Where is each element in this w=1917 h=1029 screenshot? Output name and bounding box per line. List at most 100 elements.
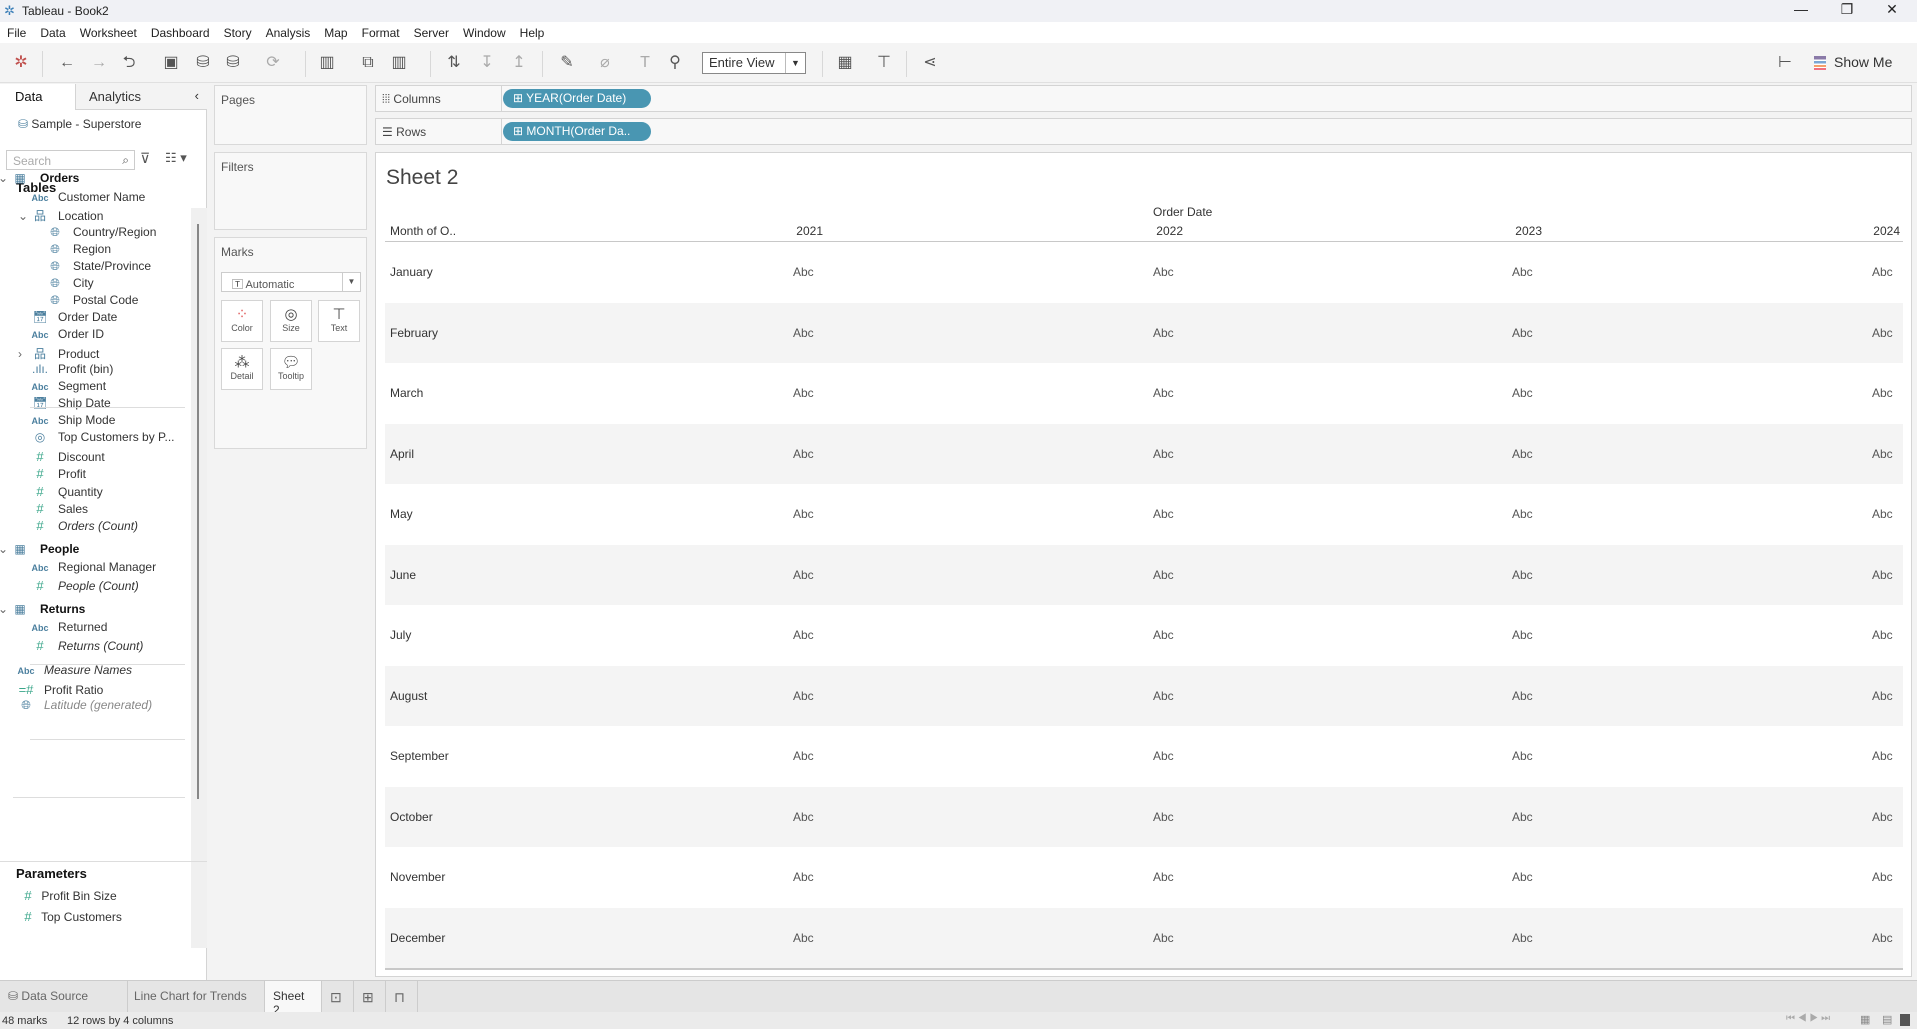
new-datasource-icon[interactable]: ⛁ [192,53,214,73]
table-cell[interactable]: Abc [1872,870,1893,884]
show-cards-icon[interactable]: ▦ [834,53,856,73]
field-item[interactable]: Abc Regional Manager [30,560,156,580]
replay-icon[interactable]: ⮌ [118,53,140,73]
new-worksheet-icon[interactable]: ⊡ [322,981,354,1012]
datasource-item[interactable]: ⛁ Sample - Superstore [18,117,141,131]
parameter-item[interactable]: # Top Customers [18,909,121,929]
share-icon[interactable]: ⋖ [919,53,941,73]
table-cell[interactable]: Abc [1512,931,1533,945]
tab-data[interactable]: Data [0,84,75,110]
year-header[interactable]: 2022 [1153,224,1183,238]
table-cell[interactable]: Abc [793,326,814,340]
presentation-icon[interactable]: ⊤ [873,53,895,73]
menu-analysis[interactable]: Analysis [259,22,318,40]
swap-icon[interactable]: ⇅ [443,53,465,73]
sheet-sorter-icon[interactable]: ▦ [1860,1013,1870,1026]
menu-dashboard[interactable]: Dashboard [144,22,217,40]
group-icon[interactable]: ⌀ [594,53,616,73]
table-cell[interactable]: Abc [1153,326,1174,340]
table-cell[interactable]: Abc [793,810,814,824]
month-label[interactable]: October [390,810,433,824]
collapse-icon[interactable]: ⌄ [0,171,10,185]
field-item[interactable]: # Orders (Count) [30,518,138,538]
text-button[interactable]: ⊤ Text [318,300,360,342]
month-label[interactable]: July [390,628,411,642]
worksheet-view[interactable]: Sheet 2 Order Date Month of O.. 2021 202… [375,152,1912,977]
sheet-title[interactable]: Sheet 2 [386,166,458,190]
table-cell[interactable]: Abc [1872,568,1893,582]
filter-icon[interactable]: ⊽ [140,150,150,167]
menu-server[interactable]: Server [407,22,456,40]
sheet-tab-sheet-2[interactable]: Sheet 2 [265,981,322,1017]
month-label[interactable]: August [390,689,427,703]
menu-data[interactable]: Data [33,22,72,40]
menu-file[interactable]: File [0,22,33,40]
show-me-button[interactable]: Show Me [1834,54,1892,70]
month-label[interactable]: February [390,326,438,340]
pin-icon[interactable]: ⚲ [664,53,686,73]
collapse-icon[interactable]: ⌄ [0,542,10,556]
save-icon[interactable]: ▣ [160,53,182,73]
month-label[interactable]: May [390,507,413,521]
table-cell[interactable]: Abc [1512,568,1533,582]
field-item[interactable]: ◎ Top Customers by P... [30,430,175,450]
year-order-date-pill[interactable]: ⊞ YEAR(Order Date) [503,89,651,108]
month-label[interactable]: June [390,568,416,582]
menu-worksheet[interactable]: Worksheet [73,22,144,40]
tooltip-button[interactable]: 💬︎ Tooltip [270,348,312,390]
table-cell[interactable]: Abc [1872,931,1893,945]
collapse-icon[interactable]: ⌄ [0,602,10,616]
table-cell[interactable]: Abc [1872,265,1893,279]
table-item[interactable]: ⌄ ▦ Orders [0,171,79,191]
table-cell[interactable]: Abc [1512,447,1533,461]
month-order-date-pill[interactable]: ⊞ MONTH(Order Da.. [503,122,651,141]
menu-help[interactable]: Help [513,22,552,40]
table-cell[interactable]: Abc [1153,447,1174,461]
table-cell[interactable]: Abc [793,507,814,521]
table-cell[interactable]: Abc [1872,628,1893,642]
column-field-header[interactable]: Order Date [1153,205,1212,219]
mark-type-dropdown[interactable]: 🅃 Automatic ▼ [221,272,361,292]
field-item[interactable]: Abc Order ID [30,327,104,347]
table-cell[interactable]: Abc [1872,689,1893,703]
new-dashboard-icon[interactable]: ⊞ [354,981,386,1012]
table-cell[interactable]: Abc [1153,568,1174,582]
table-cell[interactable]: Abc [1153,931,1174,945]
table-cell[interactable]: Abc [1512,628,1533,642]
table-cell[interactable]: Abc [1872,507,1893,521]
data-source-tab[interactable]: ⛁ Data Source [0,981,128,1012]
scrollbar[interactable] [191,208,207,948]
table-cell[interactable]: Abc [1512,749,1533,763]
sort-asc-icon[interactable]: ↧ [476,53,498,73]
search-input[interactable]: Search ⌕ [6,150,135,170]
month-label[interactable]: September [390,749,449,763]
menu-window[interactable]: Window [456,22,513,40]
table-cell[interactable]: Abc [1153,386,1174,400]
table-cell[interactable]: Abc [1872,447,1893,461]
sheet-navigation-icon[interactable]: ⏮ ◀ ▶ ⏭ [1786,1013,1830,1024]
color-button[interactable]: ⁘ Color [221,300,263,342]
month-label[interactable]: January [390,265,433,279]
table-item[interactable]: ⌄ ▦ People [0,542,79,562]
row-field-header[interactable]: Month of O.. [390,224,456,238]
expand-icon[interactable]: › [18,347,30,361]
tableau-home-icon[interactable]: ✲ [10,53,32,73]
field-item[interactable]: ⌄ 品 Location [18,207,103,227]
field-item[interactable]: 🌐︎ Latitude (generated) [16,698,152,712]
table-cell[interactable]: Abc [1153,628,1174,642]
table-cell[interactable]: Abc [1153,749,1174,763]
table-cell[interactable]: Abc [1153,689,1174,703]
labels-icon[interactable]: T [634,53,656,73]
table-cell[interactable]: Abc [1872,326,1893,340]
table-cell[interactable]: Abc [1512,870,1533,884]
table-cell[interactable]: Abc [793,265,814,279]
highlight-icon[interactable]: ✎ [556,53,578,73]
close-button[interactable]: ✕ [1872,1,1912,21]
menu-format[interactable]: Format [355,22,407,40]
sort-desc-icon[interactable]: ↥ [508,53,530,73]
field-item[interactable]: # Returns (Count) [30,638,143,658]
field-item[interactable]: Abc Measure Names [16,663,132,683]
year-header[interactable]: 2021 [793,224,823,238]
size-button[interactable]: ◎ Size [270,300,312,342]
columns-shelf[interactable]: ⦙⦙⦙ Columns ⊞ YEAR(Order Date) [375,85,1912,112]
